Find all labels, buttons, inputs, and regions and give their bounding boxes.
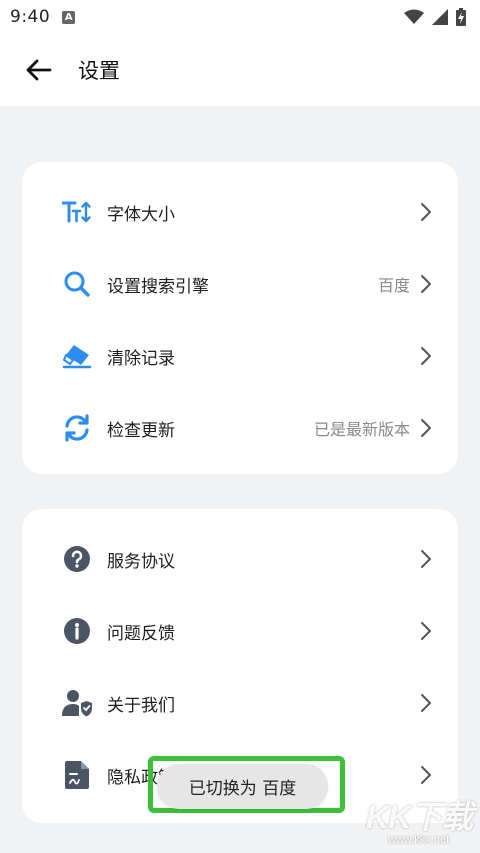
search-icon xyxy=(62,269,92,299)
toast-message: 已切换为 百度 xyxy=(157,764,328,809)
feedback-row[interactable]: 问题反馈 xyxy=(22,595,458,667)
about-us-label: 关于我们 xyxy=(107,695,175,716)
refresh-icon xyxy=(62,413,92,443)
info-circle-icon xyxy=(62,616,92,646)
font-size-row[interactable]: 字体大小 xyxy=(22,176,458,248)
search-engine-value: 百度 xyxy=(377,276,410,295)
chevron-right-icon xyxy=(421,203,431,221)
document-icon xyxy=(62,760,92,790)
font-size-icon xyxy=(62,197,92,227)
status-time: 9:40 xyxy=(10,7,51,27)
wifi-icon xyxy=(404,9,424,24)
clear-history-row[interactable]: 清除记录 xyxy=(22,320,458,392)
settings-card-general: 字体大小 设置搜索引擎 百度 清除记录 检查更新 已是最新版本 xyxy=(22,162,458,474)
chevron-right-icon xyxy=(421,694,431,712)
status-bar: 9:40 A xyxy=(0,0,480,34)
user-shield-icon xyxy=(62,688,92,718)
check-update-row[interactable]: 检查更新 已是最新版本 xyxy=(22,392,458,464)
service-agreement-label: 服务协议 xyxy=(107,551,175,572)
chevron-right-icon xyxy=(421,419,431,437)
chevron-right-icon xyxy=(421,622,431,640)
battery-icon xyxy=(456,8,466,26)
cell-signal-icon xyxy=(432,9,448,25)
eraser-icon xyxy=(62,341,92,371)
check-update-value: 已是最新版本 xyxy=(313,420,410,439)
watermark-logo: KK下载 www.kkx.net xyxy=(366,792,476,852)
app-bar: 设置 xyxy=(0,34,480,106)
font-size-label: 字体大小 xyxy=(107,204,175,225)
back-arrow-icon xyxy=(26,59,52,81)
back-button[interactable] xyxy=(4,34,74,106)
watermark-title: KK下载 xyxy=(366,799,473,835)
question-circle-icon xyxy=(62,544,92,574)
service-agreement-row[interactable]: 服务协议 xyxy=(22,523,458,595)
chevron-right-icon xyxy=(421,275,431,293)
chevron-right-icon xyxy=(421,766,431,784)
clear-history-label: 清除记录 xyxy=(107,348,175,369)
notification-a-icon: A xyxy=(62,10,76,24)
check-update-label: 检查更新 xyxy=(107,420,175,441)
page-title: 设置 xyxy=(78,59,120,83)
search-engine-label: 设置搜索引擎 xyxy=(107,276,209,297)
feedback-label: 问题反馈 xyxy=(107,623,175,644)
status-icons xyxy=(404,8,466,26)
about-us-row[interactable]: 关于我们 xyxy=(22,667,458,739)
search-engine-row[interactable]: 设置搜索引擎 百度 xyxy=(22,248,458,320)
chevron-right-icon xyxy=(421,347,431,365)
chevron-right-icon xyxy=(421,550,431,568)
watermark-url: www.kkx.net xyxy=(388,834,450,846)
